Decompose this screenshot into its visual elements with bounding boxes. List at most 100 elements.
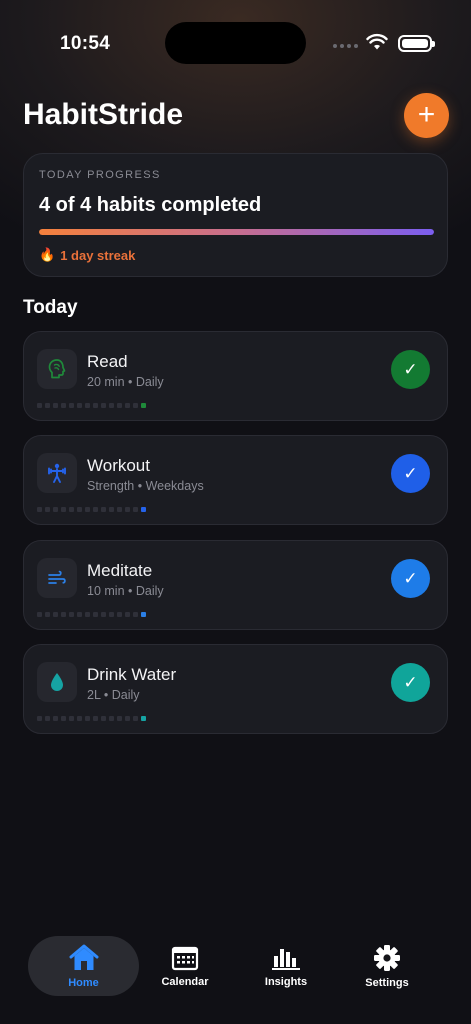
habit-history bbox=[37, 612, 146, 617]
history-day bbox=[125, 403, 130, 408]
dynamic-island bbox=[165, 22, 306, 64]
streak-label: 1 day streak bbox=[60, 247, 136, 263]
habit-complete-toggle[interactable]: ✓ bbox=[391, 350, 430, 389]
history-day bbox=[53, 612, 58, 617]
history-day bbox=[141, 403, 146, 408]
history-day bbox=[117, 716, 122, 721]
habit-complete-toggle[interactable]: ✓ bbox=[391, 454, 430, 493]
habit-history bbox=[37, 507, 146, 512]
history-day bbox=[85, 716, 90, 721]
progress-label: TODAY PROGRESS bbox=[39, 169, 161, 181]
history-day bbox=[37, 716, 42, 721]
history-day bbox=[93, 403, 98, 408]
tab-home[interactable]: Home bbox=[28, 936, 139, 996]
habit-name: Workout bbox=[87, 456, 150, 475]
habit-name: Drink Water bbox=[87, 665, 177, 684]
section-title-today: Today bbox=[23, 297, 78, 318]
tab-label: Home bbox=[68, 976, 99, 989]
habit-card-meditate[interactable]: Meditate 10 min • Daily ✓ bbox=[23, 540, 448, 630]
history-day bbox=[93, 507, 98, 512]
habit-meta: 20 min • Daily bbox=[87, 375, 164, 389]
history-day bbox=[77, 716, 82, 721]
history-day bbox=[77, 612, 82, 617]
history-day bbox=[125, 612, 130, 617]
history-day bbox=[133, 403, 138, 408]
history-day bbox=[109, 403, 114, 408]
habit-complete-toggle[interactable]: ✓ bbox=[391, 559, 430, 598]
history-day bbox=[93, 612, 98, 617]
dumbbell-icon bbox=[37, 453, 77, 493]
wifi-icon bbox=[366, 33, 388, 56]
history-day bbox=[45, 612, 50, 617]
habit-card-workout[interactable]: Workout Strength • Weekdays ✓ bbox=[23, 435, 448, 525]
tab-insights[interactable]: Insights bbox=[241, 936, 331, 996]
history-day bbox=[133, 612, 138, 617]
history-day bbox=[69, 716, 74, 721]
add-habit-button[interactable]: + bbox=[404, 93, 449, 138]
habit-history bbox=[37, 403, 146, 408]
history-day bbox=[133, 507, 138, 512]
habit-name: Read bbox=[87, 352, 128, 371]
status-bar: 10:54 bbox=[0, 0, 471, 80]
wind-icon bbox=[37, 558, 77, 598]
tab-calendar[interactable]: Calendar bbox=[140, 936, 230, 996]
today-progress-card: TODAY PROGRESS 4 of 4 habits completed 🔥… bbox=[23, 153, 448, 277]
habit-card-drink-water[interactable]: Drink Water 2L • Daily ✓ bbox=[23, 644, 448, 734]
history-day bbox=[109, 612, 114, 617]
water-drop-icon bbox=[37, 662, 77, 702]
tab-bar: Home Calendar Insights Settings bbox=[0, 930, 471, 1000]
history-day bbox=[45, 507, 50, 512]
habit-card-read[interactable]: Read 20 min • Daily ✓ bbox=[23, 331, 448, 421]
streak-indicator: 🔥 1 day streak bbox=[39, 247, 135, 263]
history-day bbox=[69, 507, 74, 512]
tab-label: Insights bbox=[264, 975, 308, 988]
history-day bbox=[85, 403, 90, 408]
history-day bbox=[37, 507, 42, 512]
habit-complete-toggle[interactable]: ✓ bbox=[391, 663, 430, 702]
history-day bbox=[53, 507, 58, 512]
history-day bbox=[69, 612, 74, 617]
history-day bbox=[45, 403, 50, 408]
habit-meta: 10 min • Daily bbox=[87, 584, 164, 598]
history-day bbox=[45, 716, 50, 721]
bar-chart-icon bbox=[272, 948, 300, 970]
habit-history bbox=[37, 716, 146, 721]
history-day bbox=[101, 716, 106, 721]
history-day bbox=[133, 716, 138, 721]
history-day bbox=[61, 612, 66, 617]
history-day bbox=[141, 507, 146, 512]
history-day bbox=[101, 612, 106, 617]
history-day bbox=[117, 403, 122, 408]
history-day bbox=[125, 716, 130, 721]
history-day bbox=[117, 612, 122, 617]
home-icon bbox=[69, 944, 98, 970]
history-day bbox=[69, 403, 74, 408]
history-day bbox=[93, 716, 98, 721]
habit-meta: Strength • Weekdays bbox=[87, 479, 204, 493]
flame-icon: 🔥 bbox=[39, 247, 56, 262]
progress-bar-fill bbox=[39, 229, 434, 235]
status-time: 10:54 bbox=[60, 33, 111, 54]
history-day bbox=[125, 507, 130, 512]
history-day bbox=[61, 507, 66, 512]
habit-meta: 2L • Daily bbox=[87, 688, 140, 702]
history-day bbox=[77, 403, 82, 408]
history-day bbox=[117, 507, 122, 512]
history-day bbox=[53, 403, 58, 408]
habit-name: Meditate bbox=[87, 561, 153, 580]
history-day bbox=[101, 403, 106, 408]
history-day bbox=[85, 612, 90, 617]
history-day bbox=[37, 612, 42, 617]
app-title: HabitStride bbox=[23, 98, 184, 131]
progress-summary: 4 of 4 habits completed bbox=[39, 194, 262, 216]
tab-label: Calendar bbox=[161, 975, 209, 988]
book-head-icon bbox=[37, 349, 77, 389]
history-day bbox=[77, 507, 82, 512]
tab-settings[interactable]: Settings bbox=[342, 936, 432, 996]
history-day bbox=[37, 403, 42, 408]
signal-icon bbox=[333, 44, 358, 48]
tab-label: Settings bbox=[365, 976, 409, 989]
history-day bbox=[53, 716, 58, 721]
calendar-icon bbox=[171, 946, 199, 970]
history-day bbox=[61, 716, 66, 721]
